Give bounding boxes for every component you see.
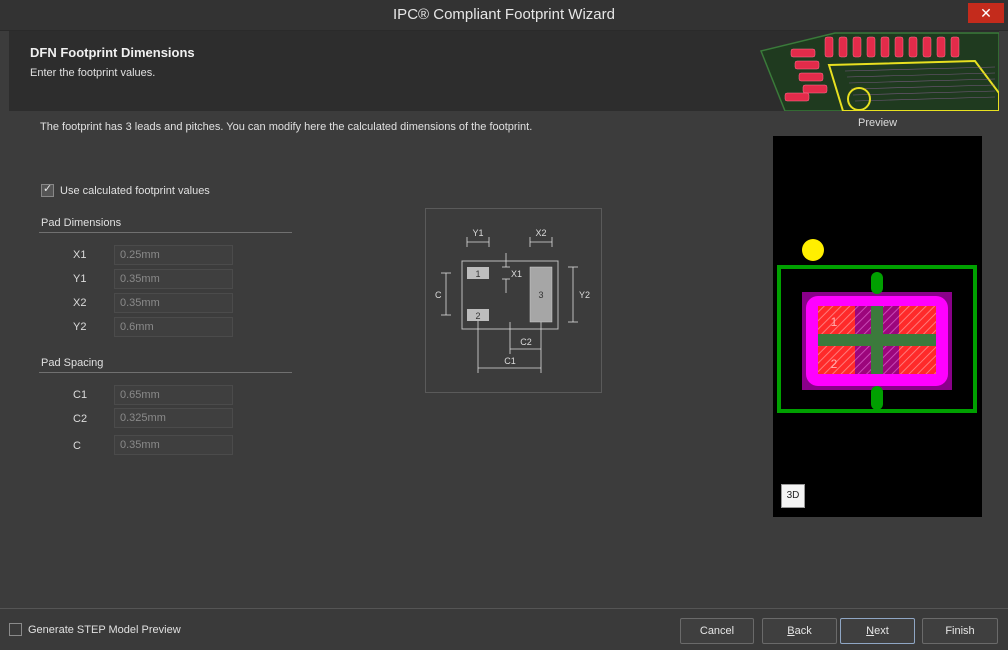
window-title: IPC® Compliant Footprint Wizard bbox=[393, 6, 615, 23]
c1-field[interactable]: 0.65mm bbox=[114, 385, 233, 405]
step-preview-checkbox[interactable] bbox=[9, 623, 22, 636]
pad-spacing-title: Pad Spacing bbox=[41, 357, 104, 369]
x2-field[interactable]: 0.35mm bbox=[114, 293, 233, 313]
back-label-post: ack bbox=[794, 625, 812, 637]
x1-field[interactable]: 0.25mm bbox=[114, 245, 233, 265]
c1-label: C1 bbox=[73, 389, 88, 401]
footprint-preview[interactable]: 1 2 3D bbox=[773, 136, 982, 517]
main-content: The footprint has 3 leads and pitches. Y… bbox=[9, 111, 999, 608]
diagram-label-y1: Y1 bbox=[472, 228, 483, 238]
page-subtitle: Enter the footprint values. bbox=[30, 67, 156, 79]
preview-label: Preview bbox=[858, 117, 898, 129]
next-label-post: ext bbox=[874, 625, 889, 637]
title-bar: IPC® Compliant Footprint Wizard ✕ bbox=[0, 0, 1008, 31]
preview-pad-1: 1 bbox=[831, 315, 838, 329]
diagram-label-y2: Y2 bbox=[579, 290, 590, 300]
back-button[interactable]: Back bbox=[762, 618, 837, 644]
x1-label: X1 bbox=[73, 249, 87, 261]
pcb-banner-image bbox=[755, 31, 999, 111]
y1-label: Y1 bbox=[73, 273, 87, 285]
c2-field[interactable]: 0.325mm bbox=[114, 408, 233, 428]
step-preview-checkbox-row[interactable]: Generate STEP Model Preview bbox=[9, 623, 181, 636]
cancel-button[interactable]: Cancel bbox=[680, 618, 754, 644]
y1-field[interactable]: 0.35mm bbox=[114, 269, 233, 289]
diagram-label-c: C bbox=[435, 290, 442, 300]
diagram-label-c2: C2 bbox=[520, 337, 532, 347]
diagram-pad-3: 3 bbox=[538, 290, 543, 300]
diagram-label-c1: C1 bbox=[504, 356, 516, 366]
wizard-footer: Generate STEP Model Preview Cancel Back … bbox=[0, 608, 1008, 650]
preview-pad-2: 2 bbox=[831, 357, 838, 371]
x2-label: X2 bbox=[73, 297, 87, 309]
next-button[interactable]: Next bbox=[840, 618, 915, 644]
y2-field[interactable]: 0.6mm bbox=[114, 317, 233, 337]
use-calculated-checkbox[interactable] bbox=[41, 182, 54, 197]
wizard-header: DFN Footprint Dimensions Enter the footp… bbox=[9, 31, 999, 111]
diagram-label-x1: X1 bbox=[511, 269, 522, 279]
c2-label: C2 bbox=[73, 413, 88, 425]
diagram-pad-1: 1 bbox=[475, 269, 480, 279]
back-label-mnemonic: B bbox=[787, 625, 795, 637]
use-calculated-checkbox-row[interactable]: Use calculated footprint values bbox=[41, 182, 210, 197]
diagram-pad-2: 2 bbox=[475, 311, 480, 321]
page-title: DFN Footprint Dimensions bbox=[30, 45, 195, 60]
3d-view-button[interactable]: 3D bbox=[781, 484, 805, 508]
close-button[interactable]: ✕ bbox=[968, 3, 1004, 23]
diagram-label-x2: X2 bbox=[535, 228, 546, 238]
pad-dimensions-title: Pad Dimensions bbox=[41, 217, 122, 229]
pad-dimensions-divider bbox=[39, 232, 292, 233]
finish-button[interactable]: Finish bbox=[922, 618, 998, 644]
c-field[interactable]: 0.35mm bbox=[114, 435, 233, 455]
next-label-mnemonic: N bbox=[866, 625, 875, 637]
intro-text: The footprint has 3 leads and pitches. Y… bbox=[40, 121, 533, 133]
pad-spacing-divider bbox=[39, 372, 292, 373]
use-calculated-label: Use calculated footprint values bbox=[60, 184, 210, 197]
step-preview-label: Generate STEP Model Preview bbox=[28, 623, 181, 636]
pin1-marker bbox=[802, 239, 824, 261]
c-label: C bbox=[73, 440, 81, 452]
y2-label: Y2 bbox=[73, 321, 87, 333]
dimension-diagram: 1 2 3 Y1 X2 X1 C Y2 C2 C1 bbox=[425, 208, 602, 393]
